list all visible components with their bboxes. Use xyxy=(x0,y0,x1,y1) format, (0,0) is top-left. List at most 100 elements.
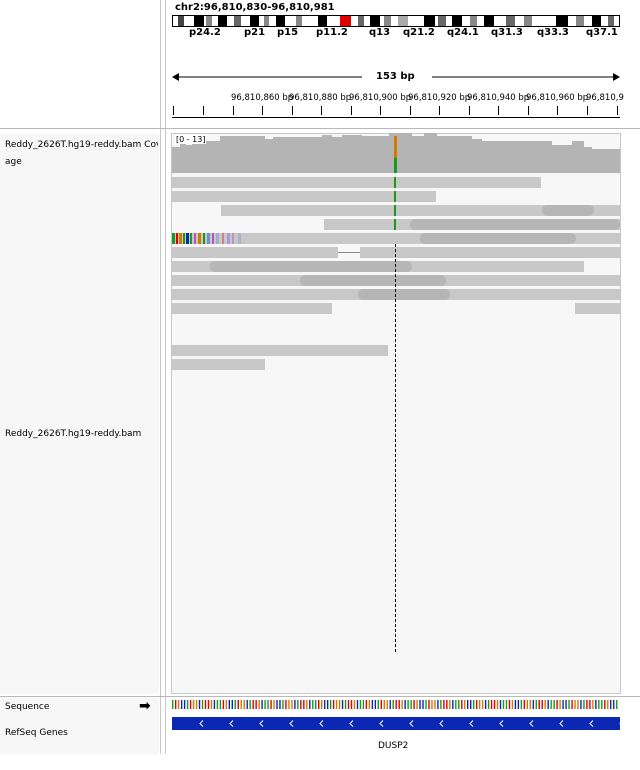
read-alignment[interactable] xyxy=(358,289,450,300)
cytoband xyxy=(438,16,446,26)
base-mark xyxy=(410,700,412,709)
cytoband xyxy=(358,16,364,26)
panel-divider xyxy=(165,0,166,770)
base-mark xyxy=(329,700,332,709)
base-mark xyxy=(472,700,475,709)
coverage-histogram[interactable] xyxy=(172,133,620,173)
cytoband xyxy=(452,16,462,26)
sequence-track[interactable] xyxy=(172,700,620,709)
base-mark xyxy=(514,700,517,709)
alignment-track-label[interactable]: Reddy_2626T.hg19-reddy.bam xyxy=(5,429,141,439)
base-mark xyxy=(440,700,442,709)
base-mark xyxy=(341,700,344,709)
cytoband xyxy=(234,16,241,26)
base-mark xyxy=(174,700,177,709)
deletion-line xyxy=(338,252,360,253)
base-mark xyxy=(180,700,183,709)
ruler-tick xyxy=(439,106,440,115)
read-alignment[interactable] xyxy=(172,345,388,356)
base-mark xyxy=(589,700,591,709)
read-alignment[interactable] xyxy=(172,247,338,258)
strand-chevron-icon xyxy=(499,720,504,727)
base-mark xyxy=(523,700,526,709)
read-alignment[interactable] xyxy=(420,233,576,244)
base-mark xyxy=(428,700,430,709)
base-mark xyxy=(535,700,537,709)
base-mark xyxy=(493,700,496,709)
strand-chevron-icon xyxy=(469,720,474,727)
base-mark xyxy=(264,700,266,709)
cytoband-label: q24.1 xyxy=(447,27,479,38)
base-mark xyxy=(359,700,362,709)
read-alignment[interactable] xyxy=(360,247,620,258)
ruler-tick xyxy=(292,106,293,115)
base-mark xyxy=(604,700,606,709)
base-mark xyxy=(452,700,454,709)
base-mark xyxy=(377,700,380,709)
base-mark xyxy=(267,700,269,709)
cytoband-label: q31.3 xyxy=(491,27,523,38)
strand-arrow-icon[interactable]: ➡ xyxy=(139,698,151,714)
cytoband xyxy=(470,16,477,26)
cytoband xyxy=(506,16,515,26)
coverage-track-label[interactable]: Reddy_2626T.hg19-reddy.bam Coverage xyxy=(5,140,158,150)
base-mark xyxy=(261,700,263,709)
base-mark xyxy=(338,700,341,709)
ruler-tick xyxy=(587,106,588,115)
base-mark xyxy=(508,700,511,709)
base-mark xyxy=(601,700,603,709)
base-mark xyxy=(443,700,445,709)
locus-label: chr2:96,810,830-96,810,981 xyxy=(175,2,335,13)
read-alignment[interactable] xyxy=(575,303,620,314)
soft-clip-mismatches xyxy=(172,233,241,244)
base-mark xyxy=(490,700,493,709)
cytoband xyxy=(194,16,204,26)
read-alignment[interactable] xyxy=(410,219,620,230)
cytoband xyxy=(524,16,532,26)
ruler-tick xyxy=(321,106,322,115)
cytoband xyxy=(276,16,285,26)
cytoband xyxy=(206,16,212,26)
base-mark xyxy=(446,700,448,709)
base-mark xyxy=(467,700,469,709)
base-mark xyxy=(434,700,436,709)
ruler-tick xyxy=(203,106,204,115)
coverage-track-label-wrap: age xyxy=(5,157,22,167)
cytoband xyxy=(608,16,614,26)
base-mark xyxy=(416,700,418,709)
strand-chevron-icon xyxy=(559,720,564,727)
cytoband xyxy=(576,16,584,26)
base-mark xyxy=(234,700,236,709)
base-mark xyxy=(598,700,600,709)
base-mark xyxy=(571,700,573,709)
base-mark xyxy=(353,700,356,709)
ruler-tick-label: 96,810,880 bp xyxy=(289,93,352,103)
strand-chevron-icon xyxy=(289,720,294,727)
base-mark xyxy=(312,700,314,709)
track-name-panel-top xyxy=(0,0,159,128)
base-mark xyxy=(437,700,439,709)
base-mark xyxy=(288,700,290,709)
base-mark xyxy=(303,700,305,709)
base-mark xyxy=(219,700,222,709)
read-alignment[interactable] xyxy=(300,275,446,286)
read-alignment[interactable] xyxy=(210,261,412,272)
sequence-track-label[interactable]: Sequence xyxy=(5,702,49,712)
ruler-baseline xyxy=(172,117,620,118)
base-mark xyxy=(580,700,582,709)
strand-chevron-icon xyxy=(319,720,324,727)
base-mark xyxy=(231,700,233,709)
cytoband xyxy=(592,16,601,26)
read-alignment[interactable] xyxy=(172,303,332,314)
base-mark xyxy=(487,700,490,709)
base-mark xyxy=(544,700,546,709)
read-alignment[interactable] xyxy=(172,177,541,188)
base-mark xyxy=(258,700,260,709)
read-alignment[interactable] xyxy=(542,205,594,216)
read-alignment[interactable] xyxy=(172,359,265,370)
base-mark xyxy=(279,700,281,709)
base-mark xyxy=(318,700,320,709)
base-mark xyxy=(326,700,329,709)
base-mark xyxy=(273,700,275,709)
refseq-track-label[interactable]: RefSeq Genes xyxy=(5,728,68,738)
